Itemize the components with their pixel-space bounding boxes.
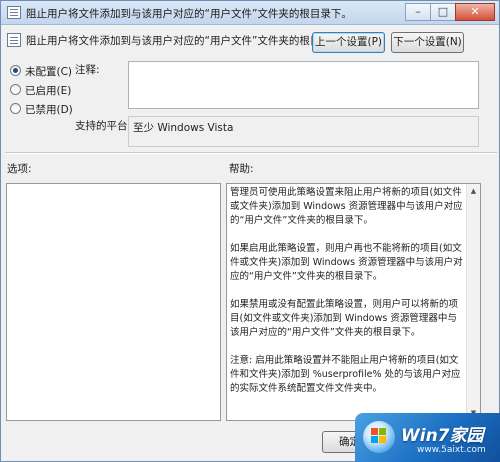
help-panel[interactable]: 管理员可使用此策略设置来阻止用户将新的项目(如文件或文件夹)添加到 Window… bbox=[226, 183, 481, 421]
maximize-button[interactable]: □ bbox=[430, 3, 456, 21]
supported-platform-value: 至少 Windows Vista bbox=[133, 122, 234, 134]
policy-header: 阻止用户将文件添加到与该用户对应的“用户文件”文件夹的根目录下。 上一个设置(P… bbox=[1, 25, 499, 57]
help-label: 帮助: bbox=[229, 163, 254, 175]
previous-setting-button[interactable]: 上一个设置(P) bbox=[312, 32, 385, 53]
policy-document-icon bbox=[7, 6, 21, 19]
window-title: 阻止用户将文件添加到与该用户对应的“用户文件”文件夹的根目录下。 bbox=[26, 8, 352, 20]
site-watermark: Win7家园 www.5aixt.com bbox=[355, 413, 500, 462]
watermark-url: www.5aixt.com bbox=[417, 445, 486, 455]
help-scrollbar[interactable]: ▲ ▼ bbox=[466, 184, 480, 420]
policy-setting-window: 阻止用户将文件添加到与该用户对应的“用户文件”文件夹的根目录下。 – □ ✕ 阻… bbox=[0, 0, 500, 462]
separator bbox=[5, 152, 497, 154]
minimize-icon: – bbox=[415, 5, 421, 18]
radio-label: 已启用(E) bbox=[25, 85, 72, 97]
scroll-up-arrow-icon[interactable]: ▲ bbox=[467, 184, 480, 198]
next-setting-button[interactable]: 下一个设置(N) bbox=[391, 32, 464, 53]
options-panel bbox=[6, 183, 221, 421]
supported-platform-field: 至少 Windows Vista bbox=[128, 116, 479, 147]
radio-label: 已禁用(D) bbox=[25, 104, 73, 116]
radio-label: 未配置(C) bbox=[25, 66, 73, 78]
windows-flag-icon bbox=[371, 428, 387, 444]
policy-setting-icon bbox=[7, 33, 21, 47]
help-paragraph: 管理员可使用此策略设置来阻止用户将新的项目(如文件或文件夹)添加到 Window… bbox=[230, 187, 463, 226]
supported-platform-label: 支持的平台: bbox=[75, 120, 132, 132]
title-bar[interactable]: 阻止用户将文件添加到与该用户对应的“用户文件”文件夹的根目录下。 – □ ✕ bbox=[1, 1, 499, 25]
options-label: 选项: bbox=[7, 163, 32, 175]
comment-textarea[interactable] bbox=[128, 61, 479, 109]
radio-button[interactable] bbox=[10, 84, 21, 95]
help-text: 管理员可使用此策略设置来阻止用户将新的项目(如文件或文件夹)添加到 Window… bbox=[230, 186, 466, 410]
watermark-brand: Win7家园 bbox=[401, 426, 484, 446]
window-controls: – □ ✕ bbox=[405, 3, 495, 21]
radio-button[interactable] bbox=[10, 65, 21, 76]
maximize-icon: □ bbox=[437, 5, 449, 18]
close-button[interactable]: ✕ bbox=[455, 3, 495, 21]
policy-title: 阻止用户将文件添加到与该用户对应的“用户文件”文件夹的根目录下。 bbox=[26, 35, 352, 47]
close-icon: ✕ bbox=[470, 5, 480, 18]
comment-label: 注释: bbox=[75, 64, 100, 76]
minimize-button[interactable]: – bbox=[405, 3, 431, 21]
radio-button[interactable] bbox=[10, 103, 21, 114]
help-paragraph: 如果启用此策略设置，则用户再也不能将新的项目(如文件或文件夹)添加到 Windo… bbox=[230, 243, 463, 282]
help-paragraph: 如果禁用或没有配置此策略设置，则用户可以将新的项目(如文件或文件夹)添加到 Wi… bbox=[230, 299, 459, 338]
help-paragraph: 注意: 启用此策略设置并不能阻止用户将新的项目(如文件和文件夹)添加到 %use… bbox=[230, 355, 461, 394]
